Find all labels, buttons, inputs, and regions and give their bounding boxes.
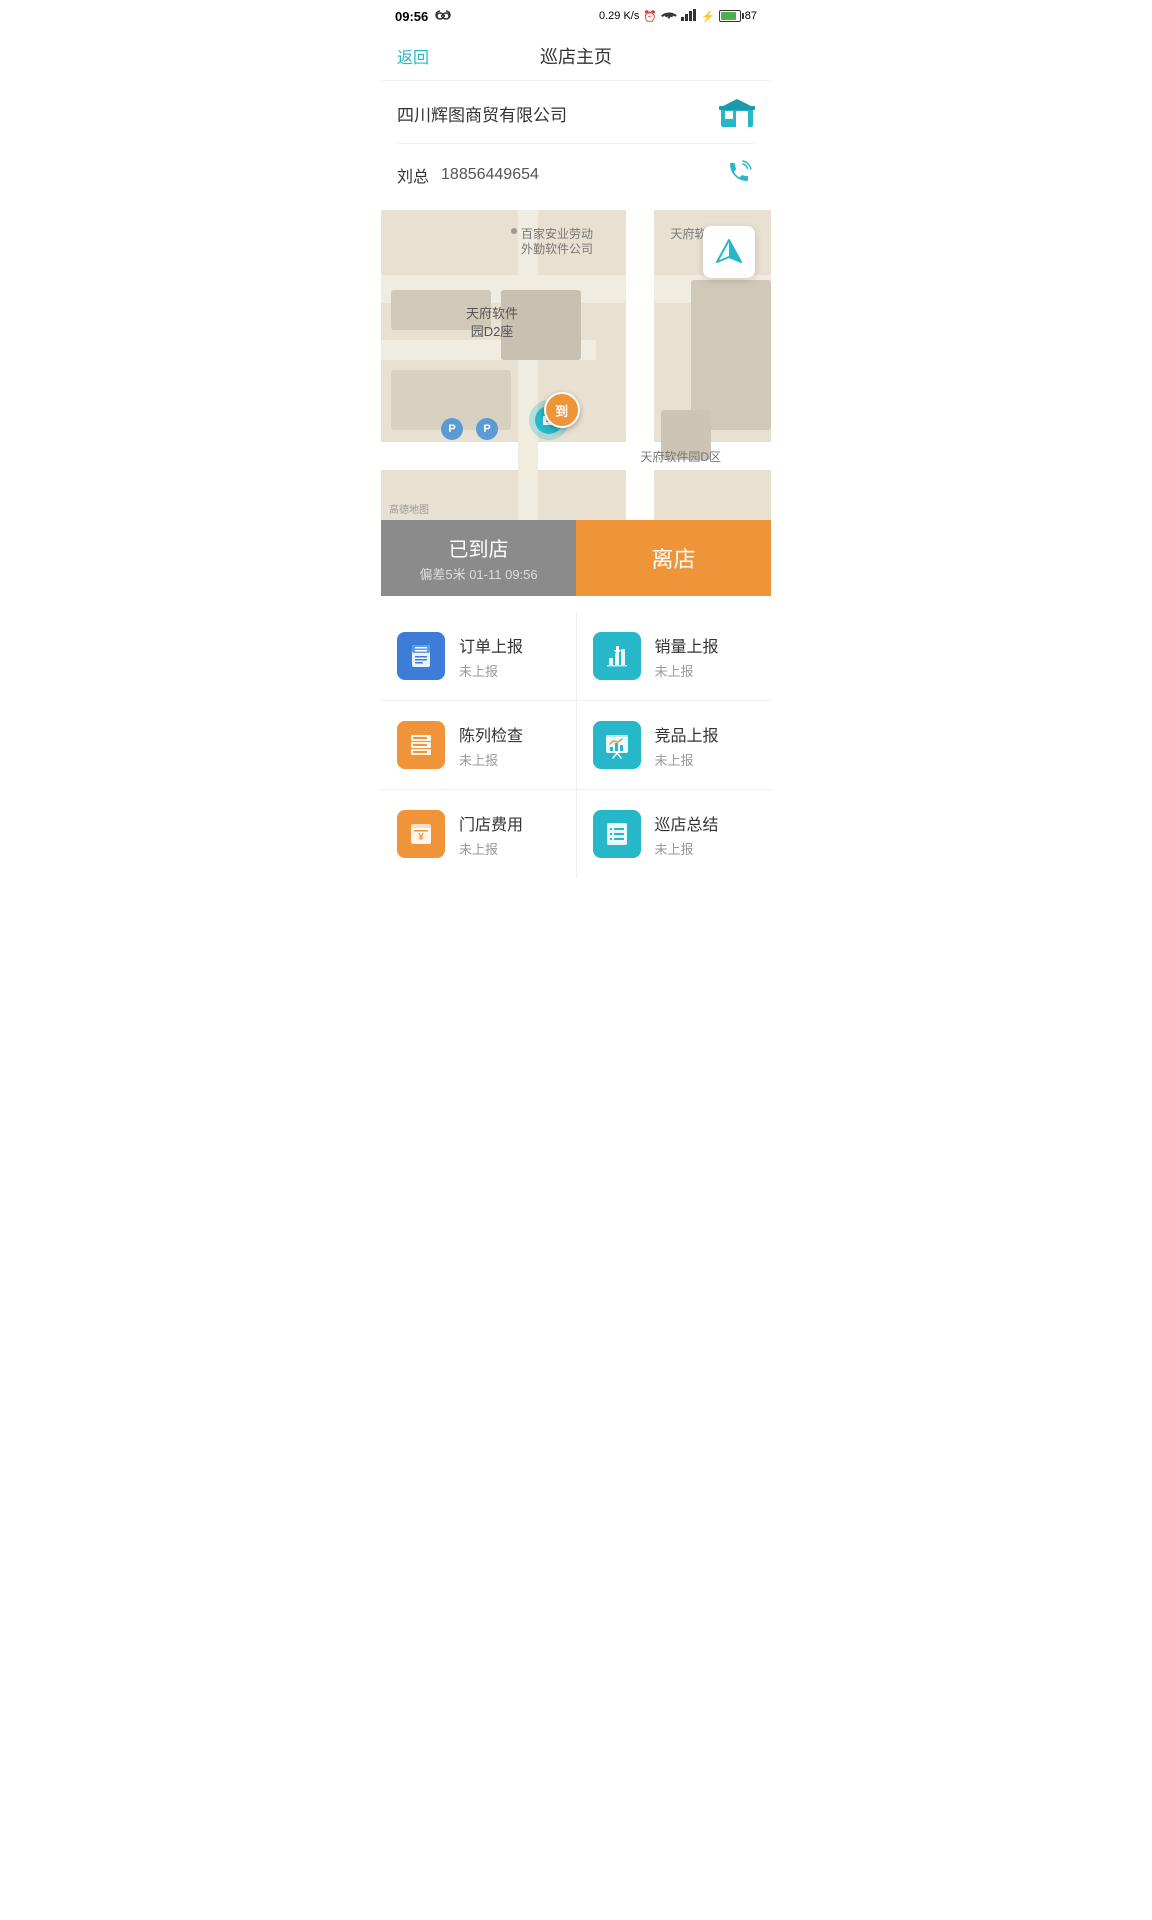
arrived-button[interactable]: 已到店 偏差5米 01-11 09:56 xyxy=(381,520,576,596)
contact-name: 刘总 xyxy=(397,163,429,187)
time: 09:56 xyxy=(395,9,428,24)
menu-item-competitor-report[interactable]: 竞品上报 未上报 xyxy=(577,701,772,789)
store-info-section: 四川辉图商贸有限公司 刘总 18856449654 xyxy=(381,81,771,208)
signal-icon xyxy=(681,9,697,24)
menu-grid: 订单上报 未上报 销量上报 未上报 xyxy=(381,604,771,886)
display-check-status: 未上报 xyxy=(459,750,523,769)
menu-item-display-check[interactable]: 陈列检查 未上报 xyxy=(381,701,577,789)
tour-summary-text: 巡店总结 未上报 xyxy=(655,811,719,858)
map-container: 百家安业劳动 外勤软件公司 天府软件园D区 天府软件园D2座 天府软件园D区 P… xyxy=(381,210,771,520)
page-title: 巡店主页 xyxy=(540,43,612,69)
parking-icon2: P xyxy=(476,418,498,440)
parking-icon: P xyxy=(441,418,463,440)
store-cost-icon: ¥ xyxy=(397,810,445,858)
status-right: 0.29 K/s ⏰ ⚡ 87 xyxy=(599,9,757,24)
competitor-report-status: 未上报 xyxy=(655,750,719,769)
clock-icon: ⏰ xyxy=(643,10,657,23)
tour-summary-status: 未上报 xyxy=(655,839,719,858)
map-label-office2: 外勤软件公司 xyxy=(521,240,593,257)
menu-row-3: ¥ 门店费用 未上报 xyxy=(381,790,771,878)
order-report-icon xyxy=(397,632,445,680)
infinite-icon xyxy=(434,10,452,22)
menu-row-2: 陈列检查 未上报 xyxy=(381,701,771,790)
display-check-text: 陈列检查 未上报 xyxy=(459,722,523,769)
battery-icon xyxy=(719,10,741,22)
back-button[interactable]: 返回 xyxy=(397,44,429,68)
competitor-report-text: 竞品上报 未上报 xyxy=(655,722,719,769)
store-cost-text: 门店费用 未上报 xyxy=(459,811,523,858)
competitor-report-icon xyxy=(593,721,641,769)
speed: 0.29 K/s xyxy=(599,10,639,22)
map-label-d-zone2: 天府软件园D区 xyxy=(640,448,721,465)
sales-report-title: 销量上报 xyxy=(655,633,719,657)
contact-row: 刘总 18856449654 xyxy=(397,144,755,192)
display-check-title: 陈列检查 xyxy=(459,722,523,746)
arrived-label: 已到店 xyxy=(449,533,509,562)
order-report-status: 未上报 xyxy=(459,661,523,680)
leave-button[interactable]: 离店 xyxy=(576,520,771,596)
sales-report-text: 销量上报 未上报 xyxy=(655,633,719,680)
menu-item-sales-report[interactable]: 销量上报 未上报 xyxy=(577,612,772,700)
store-name-row: 四川辉图商贸有限公司 xyxy=(397,97,755,144)
menu-row-1: 订单上报 未上报 销量上报 未上报 xyxy=(381,612,771,701)
tour-summary-icon xyxy=(593,810,641,858)
menu-item-order-report[interactable]: 订单上报 未上报 xyxy=(381,612,577,700)
order-report-text: 订单上报 未上报 xyxy=(459,633,523,680)
leave-label: 离店 xyxy=(651,542,695,574)
store-name: 四川辉图商贸有限公司 xyxy=(397,101,567,126)
tour-summary-title: 巡店总结 xyxy=(655,811,719,835)
call-button[interactable] xyxy=(727,158,755,192)
map-background: 百家安业劳动 外勤软件公司 天府软件园D区 天府软件园D2座 天府软件园D区 P… xyxy=(381,210,771,520)
store-cost-status: 未上报 xyxy=(459,839,523,858)
charging-icon: ⚡ xyxy=(701,10,715,23)
contact-info: 刘总 18856449654 xyxy=(397,163,539,187)
display-check-icon xyxy=(397,721,445,769)
sales-report-status: 未上报 xyxy=(655,661,719,680)
sales-report-icon xyxy=(593,632,641,680)
amap-logo: 高德地图 xyxy=(389,501,429,516)
header: 返回 巡店主页 xyxy=(381,32,771,81)
action-bar: 已到店 偏差5米 01-11 09:56 离店 xyxy=(381,520,771,596)
store-cost-title: 门店费用 xyxy=(459,811,523,835)
location-marker: 到 xyxy=(529,400,569,440)
status-left: 09:56 xyxy=(395,9,452,24)
navigate-button[interactable] xyxy=(703,226,755,278)
svg-text:¥: ¥ xyxy=(418,832,424,843)
competitor-report-title: 竞品上报 xyxy=(655,722,719,746)
order-report-title: 订单上报 xyxy=(459,633,523,657)
arrived-sub: 偏差5米 01-11 09:56 xyxy=(419,564,537,583)
map-label-d2: 天府软件园D2座 xyxy=(466,305,518,341)
menu-item-store-cost[interactable]: ¥ 门店费用 未上报 xyxy=(381,790,577,878)
arrival-marker-text: 到 xyxy=(555,401,568,420)
store-icon xyxy=(719,97,755,129)
wifi-icon xyxy=(661,9,677,24)
contact-phone: 18856449654 xyxy=(441,166,539,184)
menu-item-tour-summary[interactable]: 巡店总结 未上报 xyxy=(577,790,772,878)
status-bar: 09:56 0.29 K/s ⏰ ⚡ 87 xyxy=(381,0,771,32)
battery-level: 87 xyxy=(745,10,757,22)
